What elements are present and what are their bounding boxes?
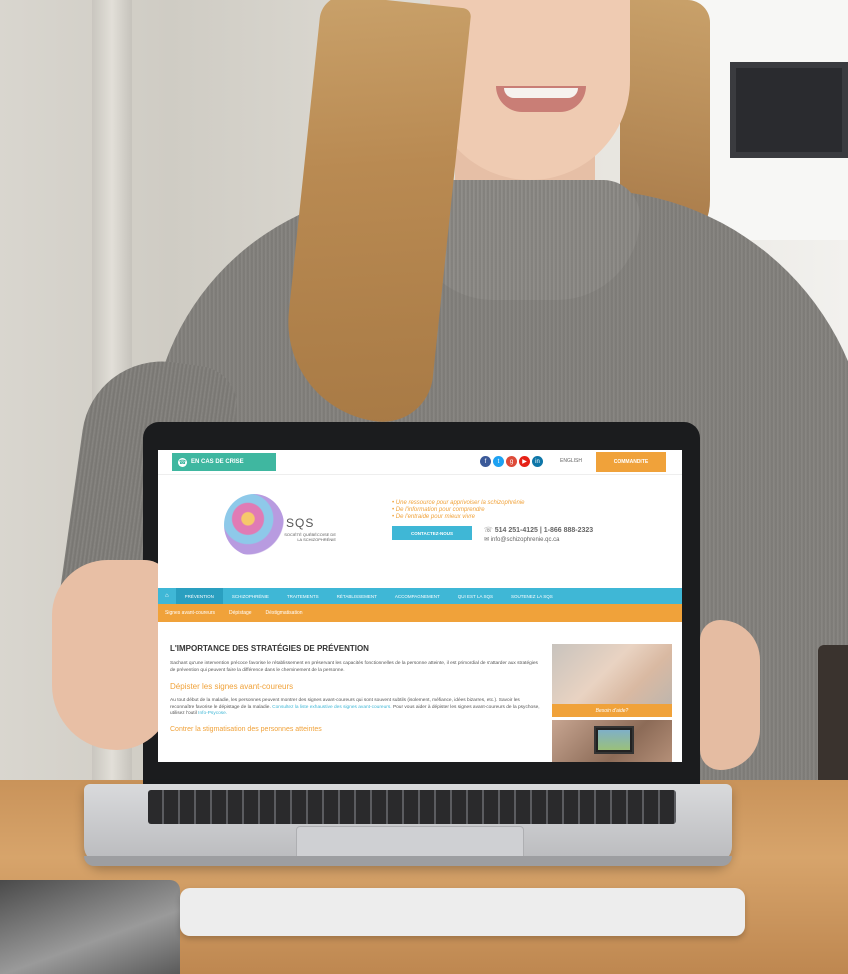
hands-photo[interactable] bbox=[552, 644, 672, 704]
section-heading: Contrer la stigmatisation des personnes … bbox=[170, 725, 322, 733]
intro-paragraph: Sachant qu'une intervention précoce favo… bbox=[170, 661, 538, 673]
woman-right-hand bbox=[700, 620, 760, 770]
linkedin-icon[interactable]: in bbox=[532, 456, 543, 467]
email-address[interactable]: ✉ info@schizophrenie.qc.ca bbox=[484, 536, 560, 543]
social-links: f t g ▶ in bbox=[480, 456, 543, 467]
facebook-icon[interactable]: f bbox=[480, 456, 491, 467]
sqs-logo[interactable]: SQS SOCIÉTÉ QUÉBÉCOISE DE LA SCHIZOPHRÉN… bbox=[224, 494, 336, 558]
logo-brain-art bbox=[224, 494, 284, 556]
sub-nav: Signes avant-coureurs Dépistage Déstigma… bbox=[158, 604, 682, 622]
crisis-button[interactable]: ☎ EN CAS DE CRISE bbox=[172, 453, 276, 471]
google-plus-icon[interactable]: g bbox=[506, 456, 517, 467]
nav-prevention[interactable]: PRÉVENTION bbox=[175, 588, 223, 604]
tagline: • De l'entraide pour mieux vivre bbox=[392, 514, 475, 520]
nav-retablissement[interactable]: RÉTABLISSEMENT bbox=[328, 588, 386, 604]
page-title: L'IMPORTANCE DES STRATÉGIES DE PRÉVENTIO… bbox=[170, 644, 369, 653]
laptop-keyboard bbox=[148, 790, 676, 824]
phone-text: 514 251-4125 | 1-866 888-2323 bbox=[494, 527, 594, 534]
nav-traitements[interactable]: TRAITEMENTS bbox=[278, 588, 328, 604]
home-icon[interactable]: ⌂ bbox=[158, 588, 176, 604]
website-topbar: ☎ EN CAS DE CRISE f t g ▶ in ENGLISH COM… bbox=[158, 450, 682, 475]
section-heading: Dépister les signes avant-coureurs bbox=[170, 682, 294, 691]
tablet-screen bbox=[598, 730, 630, 750]
crisis-label: EN CAS DE CRISE bbox=[191, 459, 244, 465]
contact-button[interactable]: CONTACTEZ-NOUS bbox=[392, 526, 472, 540]
logo-name: SOCIÉTÉ QUÉBÉCOISE DE LA SCHIZOPHRÉNIE bbox=[284, 532, 336, 542]
tablet-device bbox=[594, 726, 634, 754]
laptop-edge bbox=[84, 856, 732, 866]
main-nav: ⌂ PRÉVENTION SCHIZOPHRÉNIE TRAITEMENTS R… bbox=[158, 588, 682, 604]
help-banner[interactable]: Besoin d'aide? bbox=[552, 704, 672, 717]
youtube-icon[interactable]: ▶ bbox=[519, 456, 530, 467]
smartphone bbox=[0, 880, 180, 974]
logo-abbr: SQS bbox=[286, 516, 315, 530]
main-content: L'IMPORTANCE DES STRATÉGIES DE PRÉVENTIO… bbox=[170, 644, 540, 733]
tagline: • Une ressource pour apprivoiser la schi… bbox=[392, 500, 525, 506]
background-monitor bbox=[730, 62, 848, 158]
signs-list-link[interactable]: Consultez la liste exhaustive des signes… bbox=[272, 705, 391, 710]
external-keyboard bbox=[180, 888, 745, 936]
taglines: • Une ressource pour apprivoiser la schi… bbox=[392, 500, 525, 521]
twitter-icon[interactable]: t bbox=[493, 456, 504, 467]
woman-left-hand bbox=[52, 560, 172, 750]
laptop-screen: ☎ EN CAS DE CRISE f t g ▶ in ENGLISH COM… bbox=[158, 450, 682, 762]
info-psychose-link[interactable]: Info-Psycose. bbox=[198, 711, 227, 716]
email-text: info@schizophrenie.qc.ca bbox=[490, 537, 560, 543]
subnav-destigmatisation[interactable]: Déstigmatisation bbox=[259, 610, 310, 616]
nav-accompagnement[interactable]: ACCOMPAGNEMENT bbox=[386, 588, 449, 604]
photo-scene: ☎ EN CAS DE CRISE f t g ▶ in ENGLISH COM… bbox=[0, 0, 848, 974]
coffee-cup bbox=[818, 645, 848, 785]
phone-number: ☏ 514 251-4125 | 1-866 888-2323 bbox=[484, 527, 594, 534]
nav-qui-est-la-sqs[interactable]: QUI EST LA SQS bbox=[449, 588, 502, 604]
donate-button[interactable]: COMMANDITE bbox=[596, 452, 666, 472]
subnav-signes[interactable]: Signes avant-coureurs bbox=[158, 610, 222, 616]
phone-icon: ☎ bbox=[178, 457, 187, 467]
tagline: • De l'information pour comprendre bbox=[392, 507, 485, 513]
nav-schizophrenie[interactable]: SCHIZOPHRÉNIE bbox=[223, 588, 278, 604]
section-paragraph: Au tout début de la maladie, les personn… bbox=[170, 698, 540, 718]
subnav-depistage[interactable]: Dépistage bbox=[222, 610, 259, 616]
nav-soutenez-la-sqs[interactable]: SOUTENEZ LA SQS bbox=[502, 588, 562, 604]
language-link[interactable]: ENGLISH bbox=[560, 458, 582, 464]
woman-teeth bbox=[504, 88, 578, 98]
